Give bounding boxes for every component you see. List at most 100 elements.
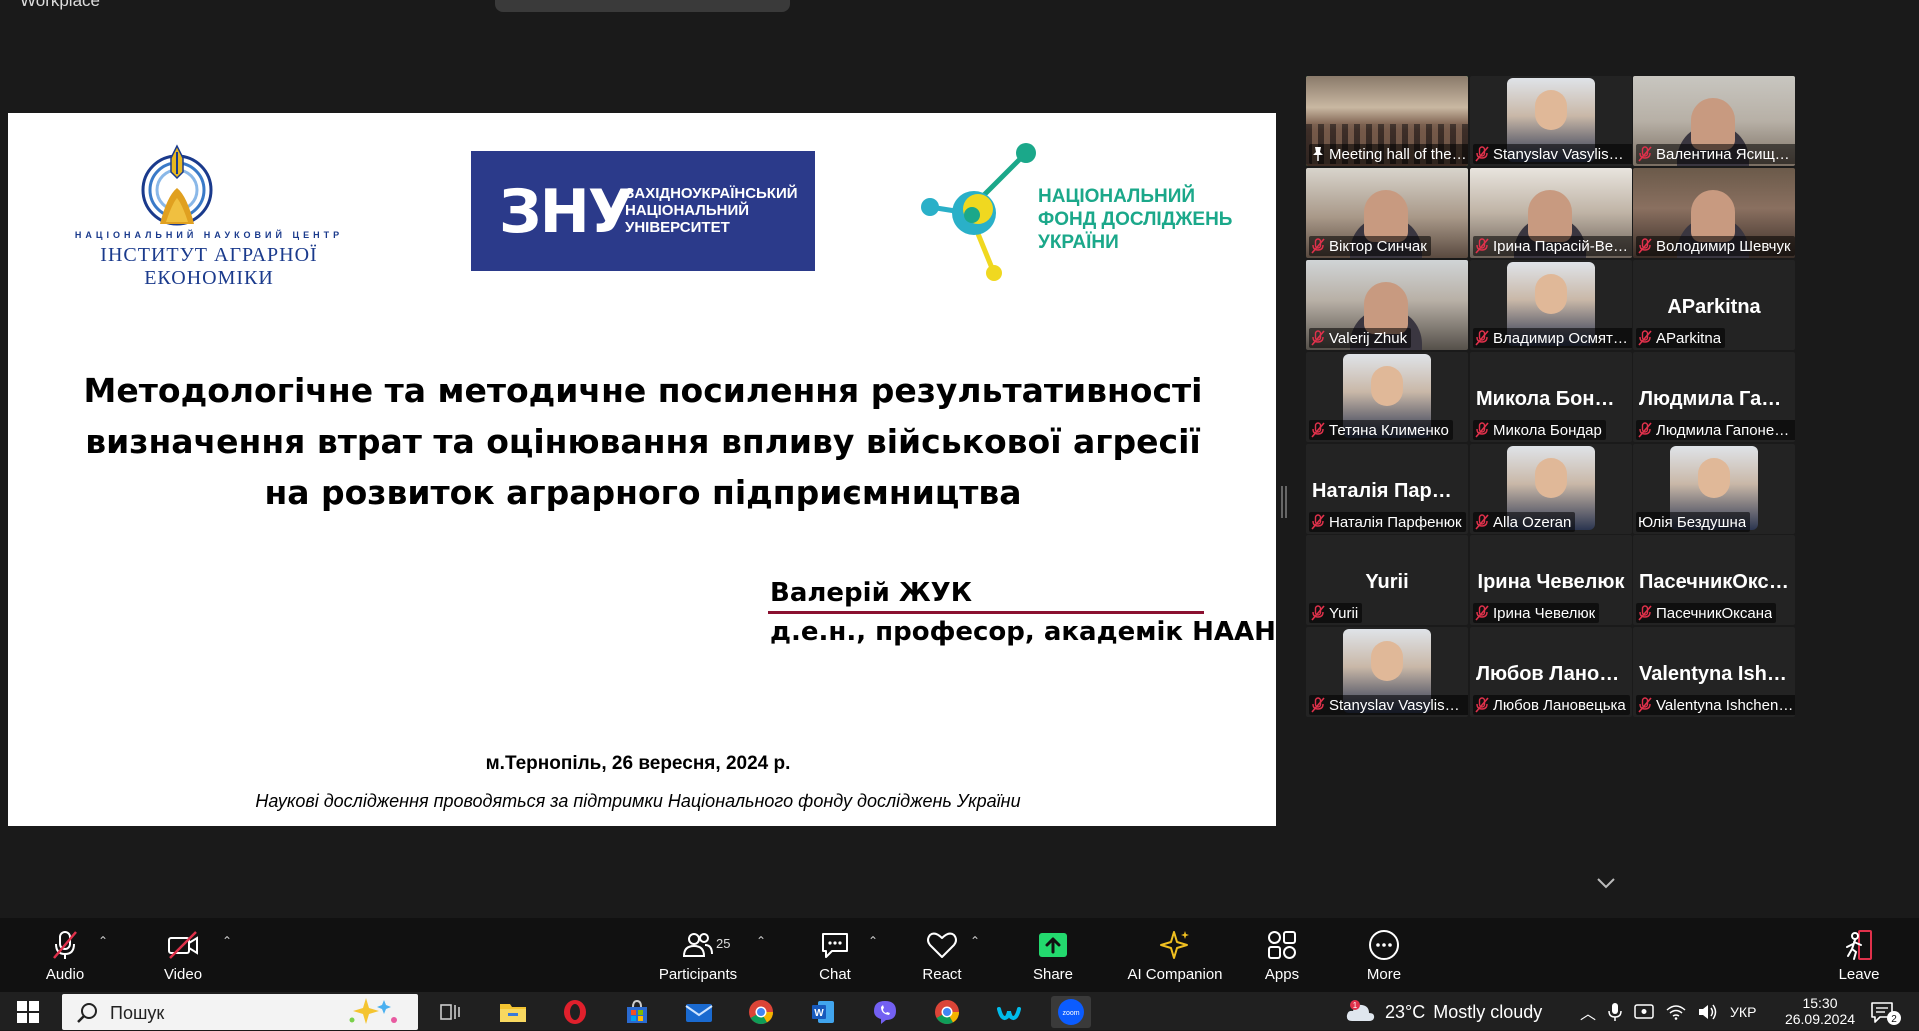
- ai-companion-button[interactable]: AI Companion: [1120, 918, 1230, 992]
- participant-name: Юлія Бездушна: [1638, 513, 1747, 531]
- taskbar-chrome-1[interactable]: [741, 996, 781, 1028]
- chat-options-caret[interactable]: ⌃: [868, 918, 882, 992]
- participant-tile[interactable]: Meeting hall of the aca...: [1306, 76, 1468, 166]
- apps-button[interactable]: Apps: [1258, 918, 1306, 992]
- mic-muted-icon: [1311, 422, 1325, 438]
- participants-options-caret[interactable]: ⌃: [756, 918, 770, 992]
- react-label: React: [922, 965, 962, 983]
- clock-time: 15:30: [1802, 995, 1838, 1011]
- share-button[interactable]: Share: [1028, 918, 1078, 992]
- window-titlebar: Workplace: [0, 0, 1919, 14]
- participant-tile[interactable]: Наталія Парфе... Наталія Парфенюк: [1306, 444, 1468, 534]
- taskbar-opera[interactable]: [555, 996, 595, 1028]
- participant-tile[interactable]: ПасечникОксана ПасечникОксана: [1633, 535, 1795, 625]
- split-resize-handle[interactable]: [1281, 486, 1287, 518]
- video-options-caret[interactable]: ⌃: [222, 918, 236, 992]
- university-logo-line2: НАЦІОНАЛЬНИЙ: [625, 202, 750, 219]
- microphone-in-use-icon[interactable]: [1608, 1002, 1622, 1022]
- taskbar-search-box[interactable]: Пошук: [62, 994, 418, 1030]
- tray-expand-icon[interactable]: ︿: [1580, 1000, 1596, 1024]
- react-options-caret[interactable]: ⌃: [970, 918, 984, 992]
- mic-muted-icon: [1475, 422, 1489, 438]
- participant-tile[interactable]: Любов Ланове... Любов Лановецька: [1470, 627, 1632, 717]
- participant-tile[interactable]: Валентина Ясищена: [1633, 76, 1795, 166]
- participant-tile[interactable]: Valentyna Ishch... Valentyna Ishchenko: [1633, 627, 1795, 717]
- more-icon: [1369, 929, 1399, 960]
- participant-gallery: Meeting hall of the aca... Stanyslav Vasy…: [1306, 76, 1906, 866]
- taskbar-zoom[interactable]: zoom: [1051, 996, 1091, 1028]
- participant-tile[interactable]: Stanyslav Vasylishyn: [1306, 627, 1468, 717]
- participant-tile[interactable]: Людмила Гапо... Людмила Гапоненко: [1633, 352, 1795, 442]
- volume-icon[interactable]: [1698, 1004, 1718, 1020]
- participant-name-label: Stanyslav Vasylishyn: [1473, 144, 1632, 164]
- notification-icon: 2: [1871, 1002, 1901, 1025]
- participant-tile[interactable]: Stanyslav Vasylishyn: [1470, 76, 1632, 166]
- participant-tile[interactable]: Ірина Чевелюк Ірина Чевелюк: [1470, 535, 1632, 625]
- taskbar-mail[interactable]: [679, 996, 719, 1028]
- participant-tile[interactable]: Yurii Yurii: [1306, 535, 1468, 625]
- participants-button[interactable]: 25 Participants: [656, 918, 740, 992]
- participant-name: Володимир Шевчук: [1656, 237, 1791, 255]
- react-button[interactable]: React: [916, 918, 968, 992]
- mic-muted-icon: [1311, 605, 1325, 621]
- video-button[interactable]: Video: [158, 918, 208, 992]
- apps-label: Apps: [1264, 965, 1300, 983]
- participant-tile[interactable]: Valerij Zhuk: [1306, 260, 1468, 350]
- participant-tile[interactable]: Юлія Бездушна: [1633, 444, 1795, 534]
- task-view-button[interactable]: [430, 996, 470, 1028]
- taskbar-viber[interactable]: [865, 996, 905, 1028]
- participants-icon: [682, 932, 713, 957]
- university-logo-text: ЗАХІДНОУКРАЇНСЬКИЙ НАЦІОНАЛЬНИЙ УНІВЕРСИ…: [625, 185, 798, 236]
- person-silhouette: [1528, 190, 1572, 242]
- gallery-next-page-button[interactable]: [1584, 868, 1628, 898]
- participant-name-label: Ірина Чевелюк: [1473, 603, 1600, 623]
- avatar-head: [1698, 458, 1730, 498]
- more-button[interactable]: More: [1360, 918, 1408, 992]
- leave-button[interactable]: Leave: [1834, 918, 1884, 992]
- taskbar-file-explorer[interactable]: [493, 996, 533, 1028]
- participant-tile[interactable]: Тетяна Клименко: [1306, 352, 1468, 442]
- notification-center-button[interactable]: 2: [1866, 998, 1906, 1026]
- keyboard-language[interactable]: УКР: [1730, 1004, 1756, 1020]
- participant-tile[interactable]: Ірина Парасій-Вергун...: [1470, 168, 1632, 258]
- participant-name: AParkitna: [1656, 329, 1722, 347]
- taskbar-chrome-2[interactable]: [927, 996, 967, 1028]
- participant-tile[interactable]: AParkitna AParkitna: [1633, 260, 1795, 350]
- windows-start-icon[interactable]: [16, 1000, 40, 1024]
- zoom-icon: zoom: [1058, 999, 1084, 1025]
- participant-name: Тетяна Клименко: [1329, 421, 1449, 439]
- mic-muted-icon: [1475, 605, 1489, 621]
- avatar-head: [1535, 274, 1567, 314]
- folder-icon: [500, 1004, 526, 1022]
- shared-screen-slide: НАЦІОНАЛЬНИЙ НАУКОВИЙ ЦЕНТР ІНСТИТУТ АГР…: [8, 113, 1276, 826]
- participant-tile[interactable]: Віктор Синчак: [1306, 168, 1468, 258]
- taskbar-webex[interactable]: [989, 996, 1029, 1028]
- audio-options-caret[interactable]: ⌃: [98, 918, 112, 992]
- taskbar-word[interactable]: W: [803, 996, 843, 1028]
- research-fund-line1: НАЦІОНАЛЬНИЙ: [1038, 186, 1196, 207]
- audio-label: Audio: [45, 965, 85, 983]
- taskbar-store[interactable]: [617, 996, 657, 1028]
- research-fund-logo-text: НАЦІОНАЛЬНИЙ ФОНД ДОСЛІДЖЕНЬ УКРАЇНИ: [1038, 185, 1232, 254]
- participant-tile[interactable]: Микола Бондар Микола Бондар: [1470, 352, 1632, 442]
- more-label: More: [1366, 965, 1402, 983]
- chat-icon: [822, 932, 848, 958]
- slide-title: Методологічне та методичне посилення рез…: [68, 365, 1218, 518]
- participant-name-label: Валентина Ясищена: [1636, 144, 1795, 164]
- wifi-icon[interactable]: [1666, 1004, 1686, 1020]
- screen-share-tray-icon[interactable]: [1634, 1003, 1654, 1021]
- participant-tile[interactable]: Володимир Шевчук: [1633, 168, 1795, 258]
- research-fund-line2: ФОНД ДОСЛІДЖЕНЬ: [1038, 209, 1233, 230]
- meeting-info-pill[interactable]: [495, 0, 790, 12]
- store-icon: [627, 999, 647, 1023]
- audio-button[interactable]: Audio: [40, 918, 90, 992]
- participant-name: Владимир Осмятченко: [1493, 329, 1631, 347]
- mail-icon: [685, 1004, 713, 1022]
- chat-button[interactable]: Chat: [810, 918, 860, 992]
- participant-name: Valentyna Ishchenko: [1656, 696, 1794, 714]
- taskbar-clock[interactable]: 15:30 26.09.2024: [1780, 995, 1860, 1027]
- participant-tile[interactable]: Alla Ozeran: [1470, 444, 1632, 534]
- weather-widget[interactable]: 1 23°C Mostly cloudy: [1345, 998, 1542, 1026]
- participant-name-label: Alla Ozeran: [1473, 512, 1576, 532]
- participant-tile[interactable]: Владимир Осмятченко: [1470, 260, 1632, 350]
